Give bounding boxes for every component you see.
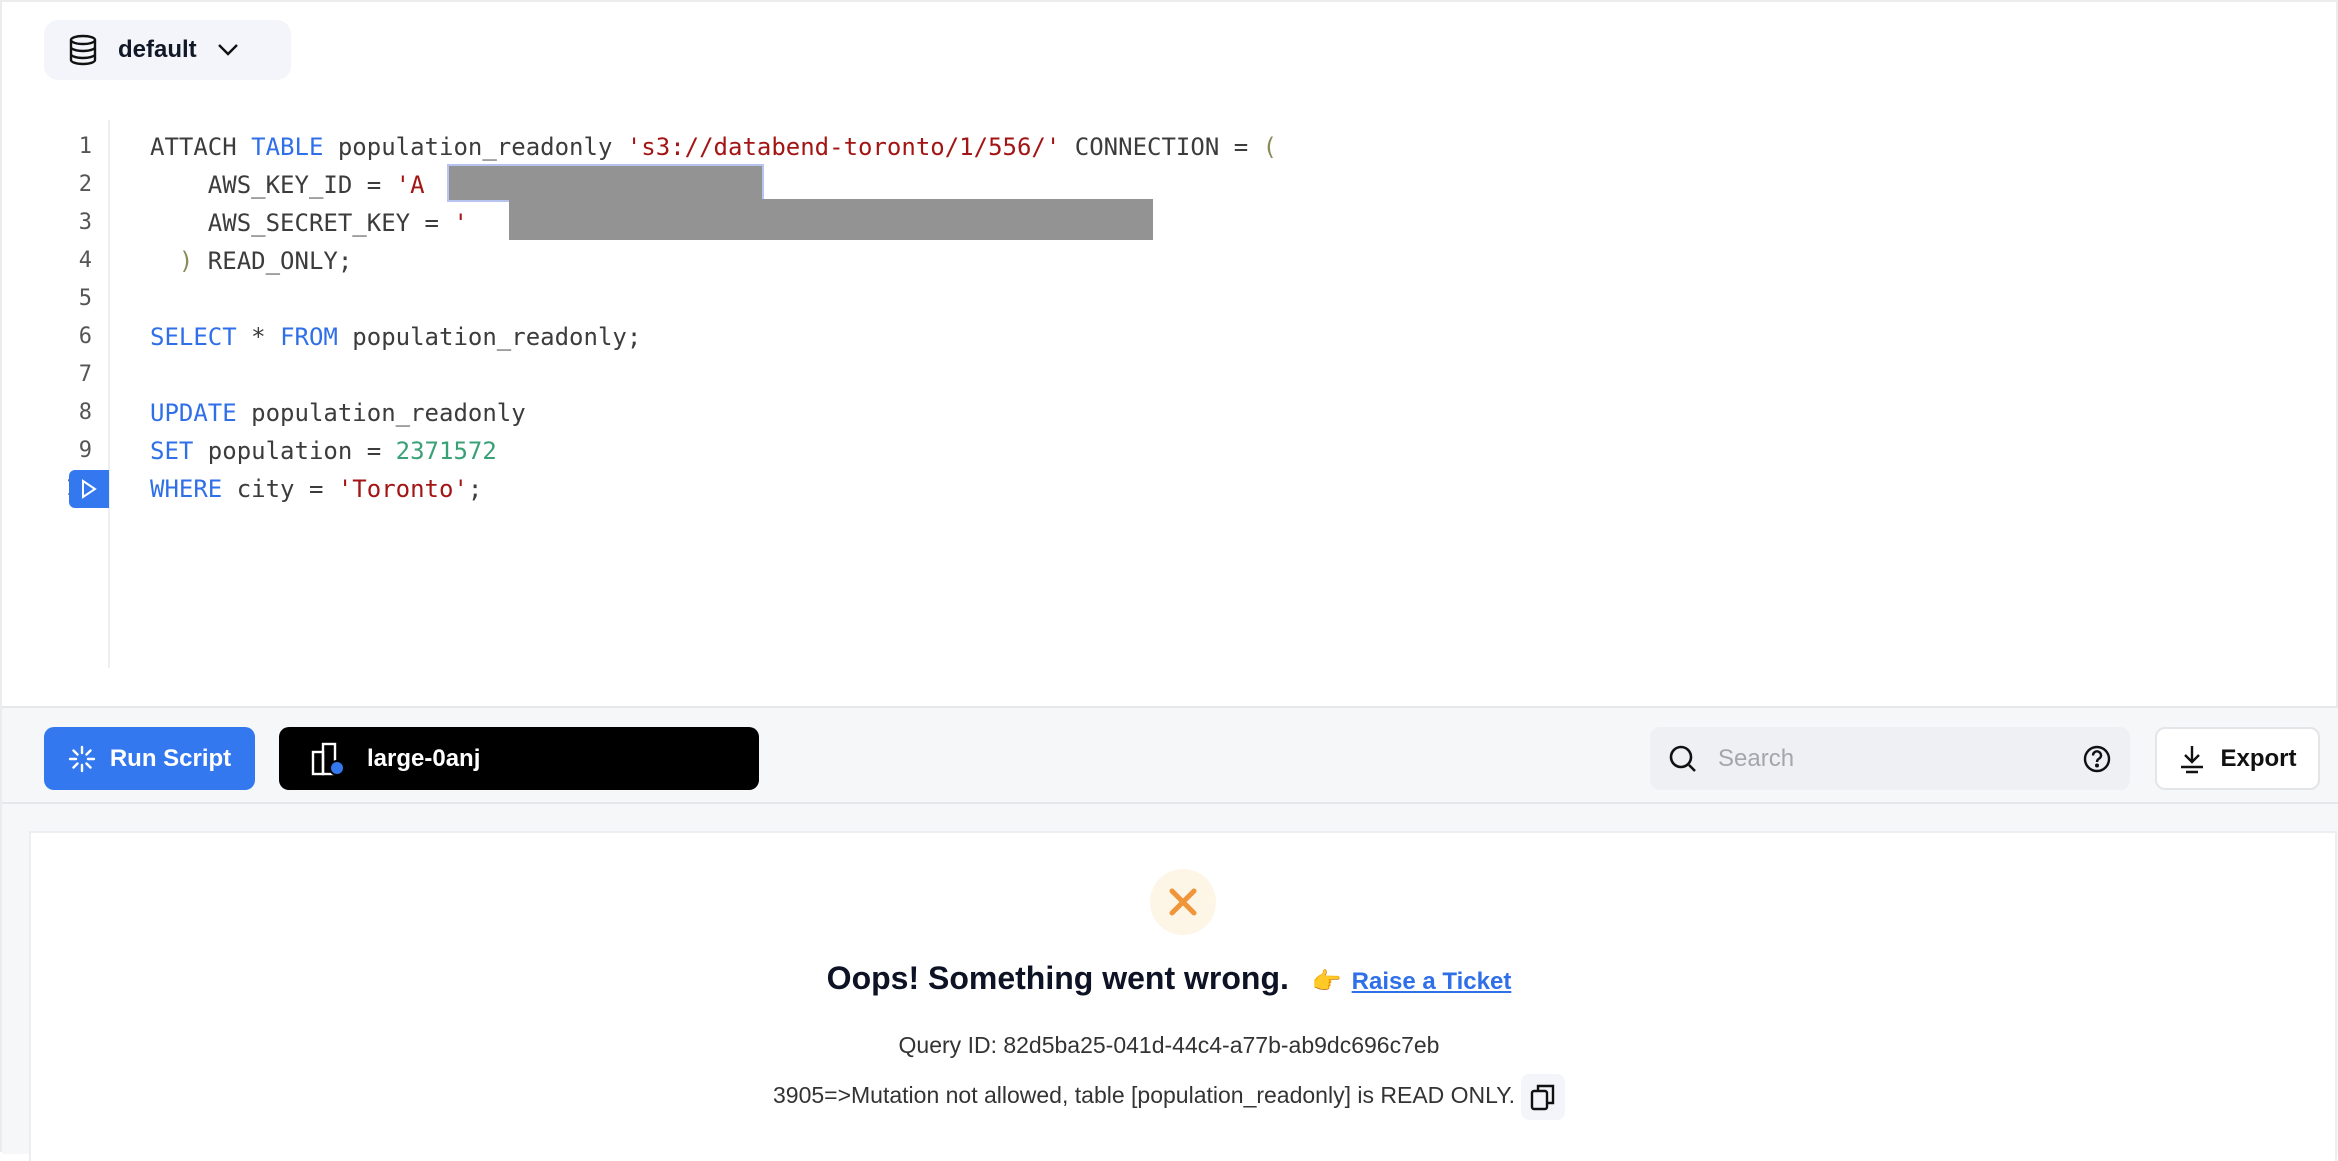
code-line: WHERE city = 'Toronto'; bbox=[150, 475, 483, 503]
download-icon bbox=[2181, 745, 2204, 773]
code-line: UPDATE population_readonly bbox=[150, 399, 526, 427]
line-number: 2 bbox=[78, 172, 92, 197]
search-box[interactable] bbox=[1650, 727, 2130, 790]
loading-icon bbox=[68, 745, 96, 772]
run-line-button[interactable] bbox=[69, 470, 109, 508]
code-line: SET population = 2371572 bbox=[150, 437, 497, 465]
warehouse-icon bbox=[311, 742, 345, 776]
search-icon bbox=[1669, 745, 1696, 772]
redacted-key-id bbox=[447, 164, 764, 202]
raise-ticket-link[interactable]: 👉 Raise a Ticket bbox=[1312, 968, 1512, 995]
line-number: 7 bbox=[78, 362, 92, 387]
code-line: ) READ_ONLY; bbox=[178, 247, 353, 275]
search-input[interactable] bbox=[1718, 744, 2082, 773]
error-icon bbox=[1150, 869, 1216, 935]
sql-editor[interactable]: 1 ATTACH TABLE population_readonly 's3://… bbox=[2, 120, 2336, 706]
warehouse-selector[interactable]: large-0anj bbox=[279, 727, 759, 790]
line-number: 8 bbox=[78, 400, 92, 425]
line-number: 6 bbox=[78, 324, 92, 349]
line-number: 4 bbox=[78, 248, 92, 273]
error-message-row: 3905=>Mutation not allowed, table [popul… bbox=[2, 1074, 2336, 1120]
database-selector[interactable]: default bbox=[44, 20, 291, 80]
toolbar: Run Script large-0anj Export bbox=[2, 706, 2338, 804]
copy-button[interactable] bbox=[1521, 1074, 1566, 1120]
error-message: 3905=>Mutation not allowed, table [popul… bbox=[772, 1082, 1516, 1109]
database-icon bbox=[69, 34, 97, 66]
chevron-down-icon bbox=[217, 44, 238, 56]
line-number: 1 bbox=[78, 134, 92, 159]
line-number: 5 bbox=[78, 286, 92, 311]
line-number: 9 bbox=[78, 438, 92, 463]
code-line: ATTACH TABLE population_readonly 's3://d… bbox=[150, 133, 1278, 161]
database-name: default bbox=[118, 36, 197, 63]
copy-icon bbox=[1530, 1084, 1555, 1111]
error-title: Oops! Something went wrong. bbox=[826, 960, 1289, 996]
code-line: SELECT * FROM population_readonly; bbox=[150, 323, 642, 351]
pointing-hand-icon: 👉 bbox=[1311, 968, 1342, 995]
query-id: Query ID: 82d5ba25-041d-44c4-a77b-ab9dc6… bbox=[898, 1032, 1440, 1058]
export-button[interactable]: Export bbox=[2155, 727, 2320, 790]
gutter-divider bbox=[108, 120, 110, 668]
redacted-secret-key bbox=[509, 199, 1153, 240]
line-number: 3 bbox=[78, 210, 92, 235]
play-icon bbox=[82, 479, 97, 499]
run-script-button[interactable]: Run Script bbox=[44, 727, 255, 790]
help-icon[interactable] bbox=[2082, 744, 2112, 774]
error-title-row: Oops! Something went wrong. 👉 Raise a Tic… bbox=[2, 960, 2336, 997]
